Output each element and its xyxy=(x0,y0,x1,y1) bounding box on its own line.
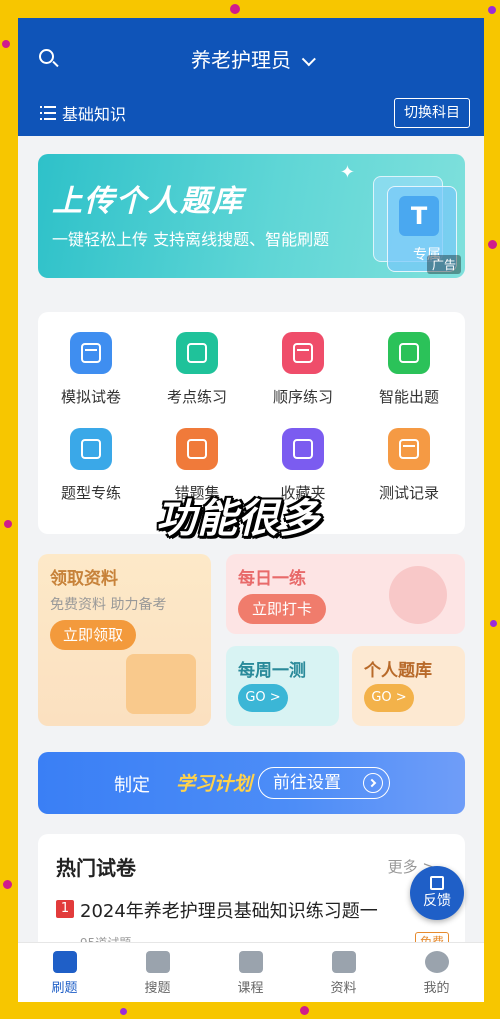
banner-subtitle: 一键轻松上传 支持离线搜题、智能刷题 xyxy=(52,230,330,249)
tab-label: 刷题 xyxy=(51,981,78,996)
arrow-right-icon xyxy=(363,773,383,793)
star-book-icon xyxy=(176,332,218,374)
tab-courses[interactable]: 课程 xyxy=(204,951,297,996)
ad-badge: 广告 xyxy=(426,255,461,274)
promo-title: 每周一测 xyxy=(238,661,306,681)
subject-title: 养老护理员 xyxy=(191,48,291,72)
promo-daily[interactable]: 每日一练 立即打卡 xyxy=(226,554,465,634)
promo-title: 领取资料 xyxy=(50,569,118,589)
pencil-illustration xyxy=(389,566,447,624)
confetti-dot xyxy=(4,520,12,528)
grid-item-test-records[interactable]: 测试记录 xyxy=(356,428,462,503)
play-icon xyxy=(238,951,263,973)
tab-label: 我的 xyxy=(423,981,450,996)
check-in-button[interactable]: 立即打卡 xyxy=(238,594,326,624)
grid-item-label: 题型专练 xyxy=(60,484,121,502)
checklist-icon xyxy=(331,951,356,973)
grid-item-sequential-practice[interactable]: 顺序练习 xyxy=(250,332,356,407)
folder-illustration xyxy=(126,654,196,714)
calendar-icon xyxy=(282,332,324,374)
edit-doc-icon xyxy=(388,332,430,374)
promo-title: 个人题库 xyxy=(364,661,432,681)
promo-personal-bank[interactable]: 个人题库 GO > xyxy=(352,646,465,726)
confetti-dot xyxy=(488,240,497,249)
confetti-dot xyxy=(120,1008,127,1015)
upload-bank-banner[interactable]: 上传个人题库 一键轻松上传 支持离线搜题、智能刷题 ✦ T 专属 广告 xyxy=(38,154,465,278)
plan-prefix: 制定 xyxy=(114,775,150,796)
personal-bank-go-button[interactable]: GO > xyxy=(364,684,414,712)
rank-badge: 1 xyxy=(56,900,74,918)
feedback-label: 反馈 xyxy=(423,893,451,909)
confetti-dot xyxy=(490,620,497,627)
exam-paper-icon xyxy=(70,332,112,374)
grid-item-label: 考点练习 xyxy=(166,388,227,406)
switch-subject-button[interactable]: 切换科目 xyxy=(394,98,470,128)
app-screen: 养老护理员 基础知识 切换科目 上传个人题库 一键轻松上传 支持离线搜题、智能刷… xyxy=(18,18,484,1002)
tab-materials[interactable]: 资料 xyxy=(297,951,390,996)
triangle-card-icon xyxy=(70,428,112,470)
feedback-button[interactable]: 反馈 xyxy=(410,866,464,920)
claim-now-button[interactable]: 立即领取 xyxy=(50,620,136,650)
tab-profile[interactable]: 我的 xyxy=(390,951,483,996)
star-icon xyxy=(282,428,324,470)
weekly-go-button[interactable]: GO > xyxy=(238,684,288,712)
tab-search[interactable]: 搜题 xyxy=(111,951,204,996)
edit-icon xyxy=(430,876,444,890)
banner-title: 上传个人题库 xyxy=(52,184,244,219)
go-settings-label: 前往设置 xyxy=(273,773,341,793)
tab-label: 课程 xyxy=(237,981,264,996)
promo-weekly[interactable]: 每周一测 GO > xyxy=(226,646,339,726)
grid-item-smart-questions[interactable]: 智能出题 xyxy=(356,332,462,407)
section-label[interactable]: 基础知识 xyxy=(62,101,126,125)
confetti-dot xyxy=(300,1006,309,1015)
study-plan-bar[interactable]: 制定 学习计划 前往设置 xyxy=(38,752,465,814)
home-icon xyxy=(52,951,77,973)
grid-item-topic-practice[interactable]: 考点练习 xyxy=(144,332,250,407)
section-title: 热门试卷 xyxy=(56,856,136,880)
bottom-tab-bar: 刷题 搜题 课程 资料 我的 xyxy=(18,942,484,1002)
grid-item-label: 测试记录 xyxy=(378,484,439,502)
go-settings-button[interactable]: 前往设置 xyxy=(258,767,390,799)
bank-letter-icon: T xyxy=(399,196,439,236)
tab-practice[interactable]: 刷题 xyxy=(18,951,111,996)
grid-item-label: 顺序练习 xyxy=(272,388,333,406)
search-question-icon xyxy=(145,951,170,973)
grid-item-mock-exam[interactable]: 模拟试卷 xyxy=(38,332,144,407)
promo-materials[interactable]: 领取资料 免费资料 助力备考 立即领取 xyxy=(38,554,211,726)
subject-selector[interactable]: 养老护理员 xyxy=(18,44,484,73)
promo-subtitle: 免费资料 助力备考 xyxy=(50,597,167,613)
confetti-dot xyxy=(2,40,10,48)
grid-item-question-type[interactable]: 题型专练 xyxy=(38,428,144,503)
grid-item-label: 模拟试卷 xyxy=(60,388,121,406)
x-doc-icon xyxy=(176,428,218,470)
overlay-caption: 功能很多 xyxy=(156,496,320,542)
sparkle-icon: ✦ xyxy=(339,162,355,183)
plan-highlight: 学习计划 xyxy=(176,773,253,795)
tab-label: 搜题 xyxy=(144,981,171,996)
confetti-dot xyxy=(3,880,12,889)
record-doc-icon xyxy=(388,428,430,470)
app-header: 养老护理员 基础知识 切换科目 xyxy=(18,18,484,136)
list-icon xyxy=(40,106,56,120)
confetti-dot xyxy=(488,6,496,14)
chevron-down-icon xyxy=(301,52,316,67)
grid-item-label: 智能出题 xyxy=(378,388,439,406)
promo-title: 每日一练 xyxy=(238,569,306,589)
exam-title[interactable]: 2024年养老护理员基础知识练习题一 xyxy=(80,897,378,923)
confetti-dot xyxy=(230,4,240,14)
tab-label: 资料 xyxy=(330,981,357,996)
user-icon xyxy=(424,951,449,973)
